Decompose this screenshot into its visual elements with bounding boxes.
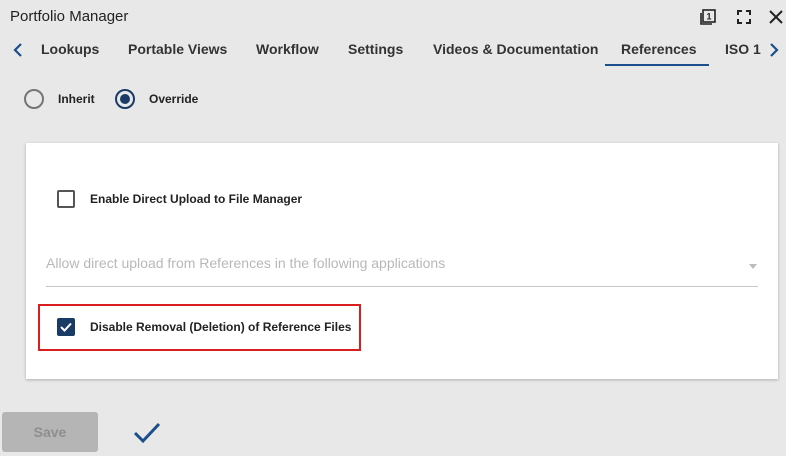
tab-iso[interactable]: ISO 1 [725, 41, 761, 57]
tab-references[interactable]: References [621, 41, 697, 57]
highlight-box [38, 304, 361, 351]
tab-lookups[interactable]: Lookups [41, 41, 99, 57]
fullscreen-icon [737, 10, 751, 24]
title-bar: Portfolio Manager 1 [0, 0, 786, 34]
fullscreen-button[interactable] [734, 7, 754, 27]
chevron-left-icon [13, 43, 22, 57]
close-button[interactable] [766, 7, 786, 27]
save-button[interactable]: Save [2, 412, 98, 452]
applications-select-placeholder: Allow direct upload from References in t… [46, 255, 446, 271]
direct-upload-label: Enable Direct Upload to File Manager [90, 192, 303, 206]
tab-scroll-left[interactable] [10, 40, 26, 60]
applications-select[interactable]: Allow direct upload from References in t… [46, 247, 758, 287]
mode-radio-group: Inherit Override [0, 89, 300, 109]
badge-number: 1 [706, 12, 711, 22]
inherit-radio[interactable] [24, 89, 44, 109]
badge-1-icon: 1 [700, 9, 716, 25]
override-radio[interactable] [115, 89, 135, 109]
chevron-right-icon [770, 43, 779, 57]
confirm-check-icon[interactable] [132, 420, 162, 446]
override-label: Override [149, 92, 199, 106]
tab-portable-views[interactable]: Portable Views [128, 41, 227, 57]
tab-scroll-right[interactable] [766, 40, 782, 60]
tab-bar: Lookups Portable Views Workflow Settings… [0, 34, 786, 66]
window-title: Portfolio Manager [10, 8, 129, 25]
tab-settings[interactable]: Settings [348, 41, 403, 57]
close-icon [769, 10, 783, 24]
caret-down-icon [749, 264, 757, 269]
tab-videos-documentation[interactable]: Videos & Documentation [433, 41, 598, 57]
tab-workflow[interactable]: Workflow [256, 41, 319, 57]
direct-upload-checkbox[interactable] [57, 190, 75, 208]
inherit-label: Inherit [58, 92, 95, 106]
active-tab-indicator [605, 64, 709, 66]
window-badge-button[interactable]: 1 [698, 7, 718, 27]
